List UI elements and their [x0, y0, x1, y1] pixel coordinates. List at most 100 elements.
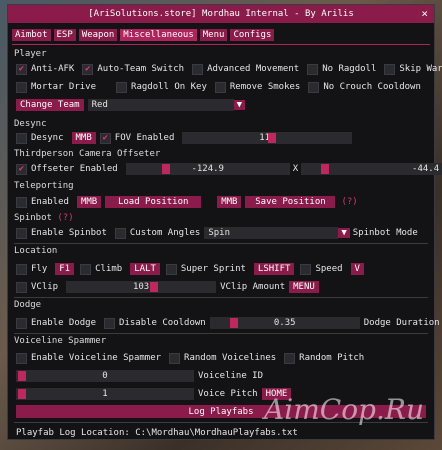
voiceline-id-knob[interactable]: [18, 371, 26, 381]
voice-pitch-slider[interactable]: 1: [16, 388, 194, 400]
location-header: Location: [14, 246, 58, 256]
vclip-key-button[interactable]: MENU: [289, 281, 319, 293]
x-offset-slider[interactable]: -124.9: [125, 163, 290, 175]
x-offset-knob[interactable]: [161, 164, 170, 174]
fov-checkbox[interactable]: ✔: [99, 132, 111, 144]
auto-team-checkbox[interactable]: ✔: [82, 63, 94, 75]
vclip-slider[interactable]: 103: [66, 281, 217, 293]
team-select[interactable]: Red: [87, 99, 234, 111]
dodge-checkbox[interactable]: [16, 317, 27, 329]
player-header: Player: [14, 49, 47, 59]
dodge-duration-knob[interactable]: [229, 318, 238, 328]
fov-slider[interactable]: 110: [182, 132, 353, 144]
divider: [14, 333, 428, 334]
speed-key-button[interactable]: V: [350, 263, 364, 275]
spinbot-row: Enable Spinbot Custom Angles Spin ▼ Spin…: [16, 226, 418, 240]
random-pitch-label: Random Pitch: [299, 353, 365, 363]
climb-checkbox[interactable]: [80, 263, 92, 275]
voiceline-id-label: Voiceline ID: [198, 371, 264, 381]
save-position-button[interactable]: Save Position: [245, 196, 336, 208]
playfab-location: Playfab Log Location: C:\Mordhau\Mordhau…: [16, 426, 298, 440]
spinbot-mode-select[interactable]: Spin: [204, 227, 339, 239]
desync-row: Desync MMB ✔ FOV Enabled 110: [16, 131, 353, 145]
vclip-slider-knob[interactable]: [150, 282, 159, 292]
voice-pitch-knob[interactable]: [18, 389, 26, 399]
fly-checkbox[interactable]: [16, 263, 27, 275]
vclip-value: 103: [132, 282, 150, 292]
vclip-amount-label: VClip Amount: [220, 282, 286, 292]
fov-slider-knob[interactable]: [268, 133, 277, 143]
anti-afk-checkbox[interactable]: ✔: [16, 63, 27, 75]
teleport-checkbox[interactable]: [16, 196, 27, 208]
teleport-header: Teleporting: [14, 181, 74, 191]
chevron-down-icon[interactable]: ▼: [233, 100, 246, 110]
offseter-checkbox[interactable]: ✔: [16, 163, 27, 175]
location-row-2: VClip 103 VClip Amount MENU: [16, 280, 319, 294]
voiceline-id-slider[interactable]: 0: [16, 370, 194, 382]
fly-key-button[interactable]: F1: [55, 263, 75, 275]
random-voicelines-checkbox[interactable]: [169, 352, 181, 364]
auto-team-label: Auto-Team Switch: [97, 64, 185, 74]
dodge-duration-label: Dodge Duration: [363, 318, 440, 328]
player-row-2: Mortar Drive Ragdoll On Key Remove Smoke…: [16, 80, 421, 94]
tab-weapon[interactable]: Weapon: [78, 29, 118, 41]
disable-cooldown-checkbox[interactable]: [104, 317, 116, 329]
offseter-label: Offseter Enabled: [31, 164, 118, 174]
voiceline-checkbox[interactable]: [16, 352, 27, 364]
voiceline-row-3: 1 Voice Pitch HOME: [16, 387, 292, 401]
mortar-checkbox[interactable]: [16, 81, 27, 93]
y-offset-slider[interactable]: -44.4: [301, 163, 442, 175]
change-team-button[interactable]: Change Team: [16, 99, 84, 111]
skip-warmup-checkbox[interactable]: [384, 63, 396, 75]
load-key-button[interactable]: MMB: [76, 196, 102, 208]
desync-checkbox[interactable]: [16, 132, 27, 144]
team-row: Change Team Red ▼: [16, 98, 246, 112]
random-pitch-checkbox[interactable]: [284, 352, 296, 364]
teleport-help-icon[interactable]: (?): [341, 197, 357, 207]
x-axis-label: X: [292, 164, 299, 174]
adv-move-label: Advanced Movement: [207, 64, 300, 74]
desync-key-button[interactable]: MMB: [71, 132, 96, 144]
playfab-location-text: Playfab Log Location: C:\Mordhau\Mordhau…: [16, 428, 298, 438]
tab-configs[interactable]: Configs: [230, 29, 275, 41]
voice-pitch-label: Voice Pitch: [198, 389, 258, 399]
spinbot-help-icon[interactable]: (?): [57, 213, 73, 223]
teleport-row: Enabled MMB Load Position MMB Save Posit…: [16, 195, 358, 209]
desync-header: Desync: [14, 119, 47, 129]
custom-angles-checkbox[interactable]: [114, 227, 126, 239]
tp-cam-row: ✔Offseter Enabled -124.9 X -44.4 Y: [16, 162, 442, 176]
title-bar[interactable]: [AriSolutions.store] Mordhau Internal - …: [8, 5, 434, 23]
tab-miscellaneous[interactable]: Miscellaneous: [120, 29, 197, 41]
misc-panel: Player ✔ Anti-AFK ✔ Auto-Team Switch Advan…: [8, 49, 442, 440]
dodge-duration-value: 0.35: [273, 318, 296, 328]
tab-esp[interactable]: ESP: [53, 29, 76, 41]
chevron-down-icon[interactable]: ▼: [338, 228, 350, 238]
tab-underline: [12, 44, 430, 45]
save-key-button[interactable]: MMB: [217, 196, 242, 208]
climb-key-button[interactable]: LALT: [130, 263, 160, 275]
no-ragdoll-checkbox[interactable]: [307, 63, 319, 75]
fly-label: Fly: [31, 264, 48, 274]
vclip-checkbox[interactable]: [16, 281, 27, 293]
remove-smokes-checkbox[interactable]: [214, 81, 226, 93]
mortar-label: Mortar Drive: [31, 82, 97, 92]
log-playfabs-label: Log Playfabs: [188, 406, 254, 417]
no-crouch-checkbox[interactable]: [308, 81, 320, 93]
close-icon[interactable]: ×: [421, 7, 428, 20]
super-sprint-key-button[interactable]: LSHIFT: [253, 263, 295, 275]
divider: [14, 243, 428, 244]
dodge-duration-slider[interactable]: 0.35: [209, 317, 360, 329]
speed-checkbox[interactable]: [300, 263, 312, 275]
dodge-label: Enable Dodge: [31, 318, 97, 328]
fov-label: FOV Enabled: [114, 133, 175, 143]
adv-move-checkbox[interactable]: [192, 63, 204, 75]
super-sprint-checkbox[interactable]: [165, 263, 177, 275]
tab-menu[interactable]: Menu: [199, 29, 228, 41]
spinbot-header: Spinbot (?): [14, 213, 74, 223]
load-position-button[interactable]: Load Position: [105, 196, 202, 208]
spinbot-checkbox[interactable]: [16, 227, 27, 239]
y-offset-knob[interactable]: [321, 164, 330, 174]
climb-label: Climb: [95, 264, 123, 274]
tab-aimbot[interactable]: Aimbot: [12, 29, 51, 41]
ragdoll-key-checkbox[interactable]: [116, 81, 128, 93]
